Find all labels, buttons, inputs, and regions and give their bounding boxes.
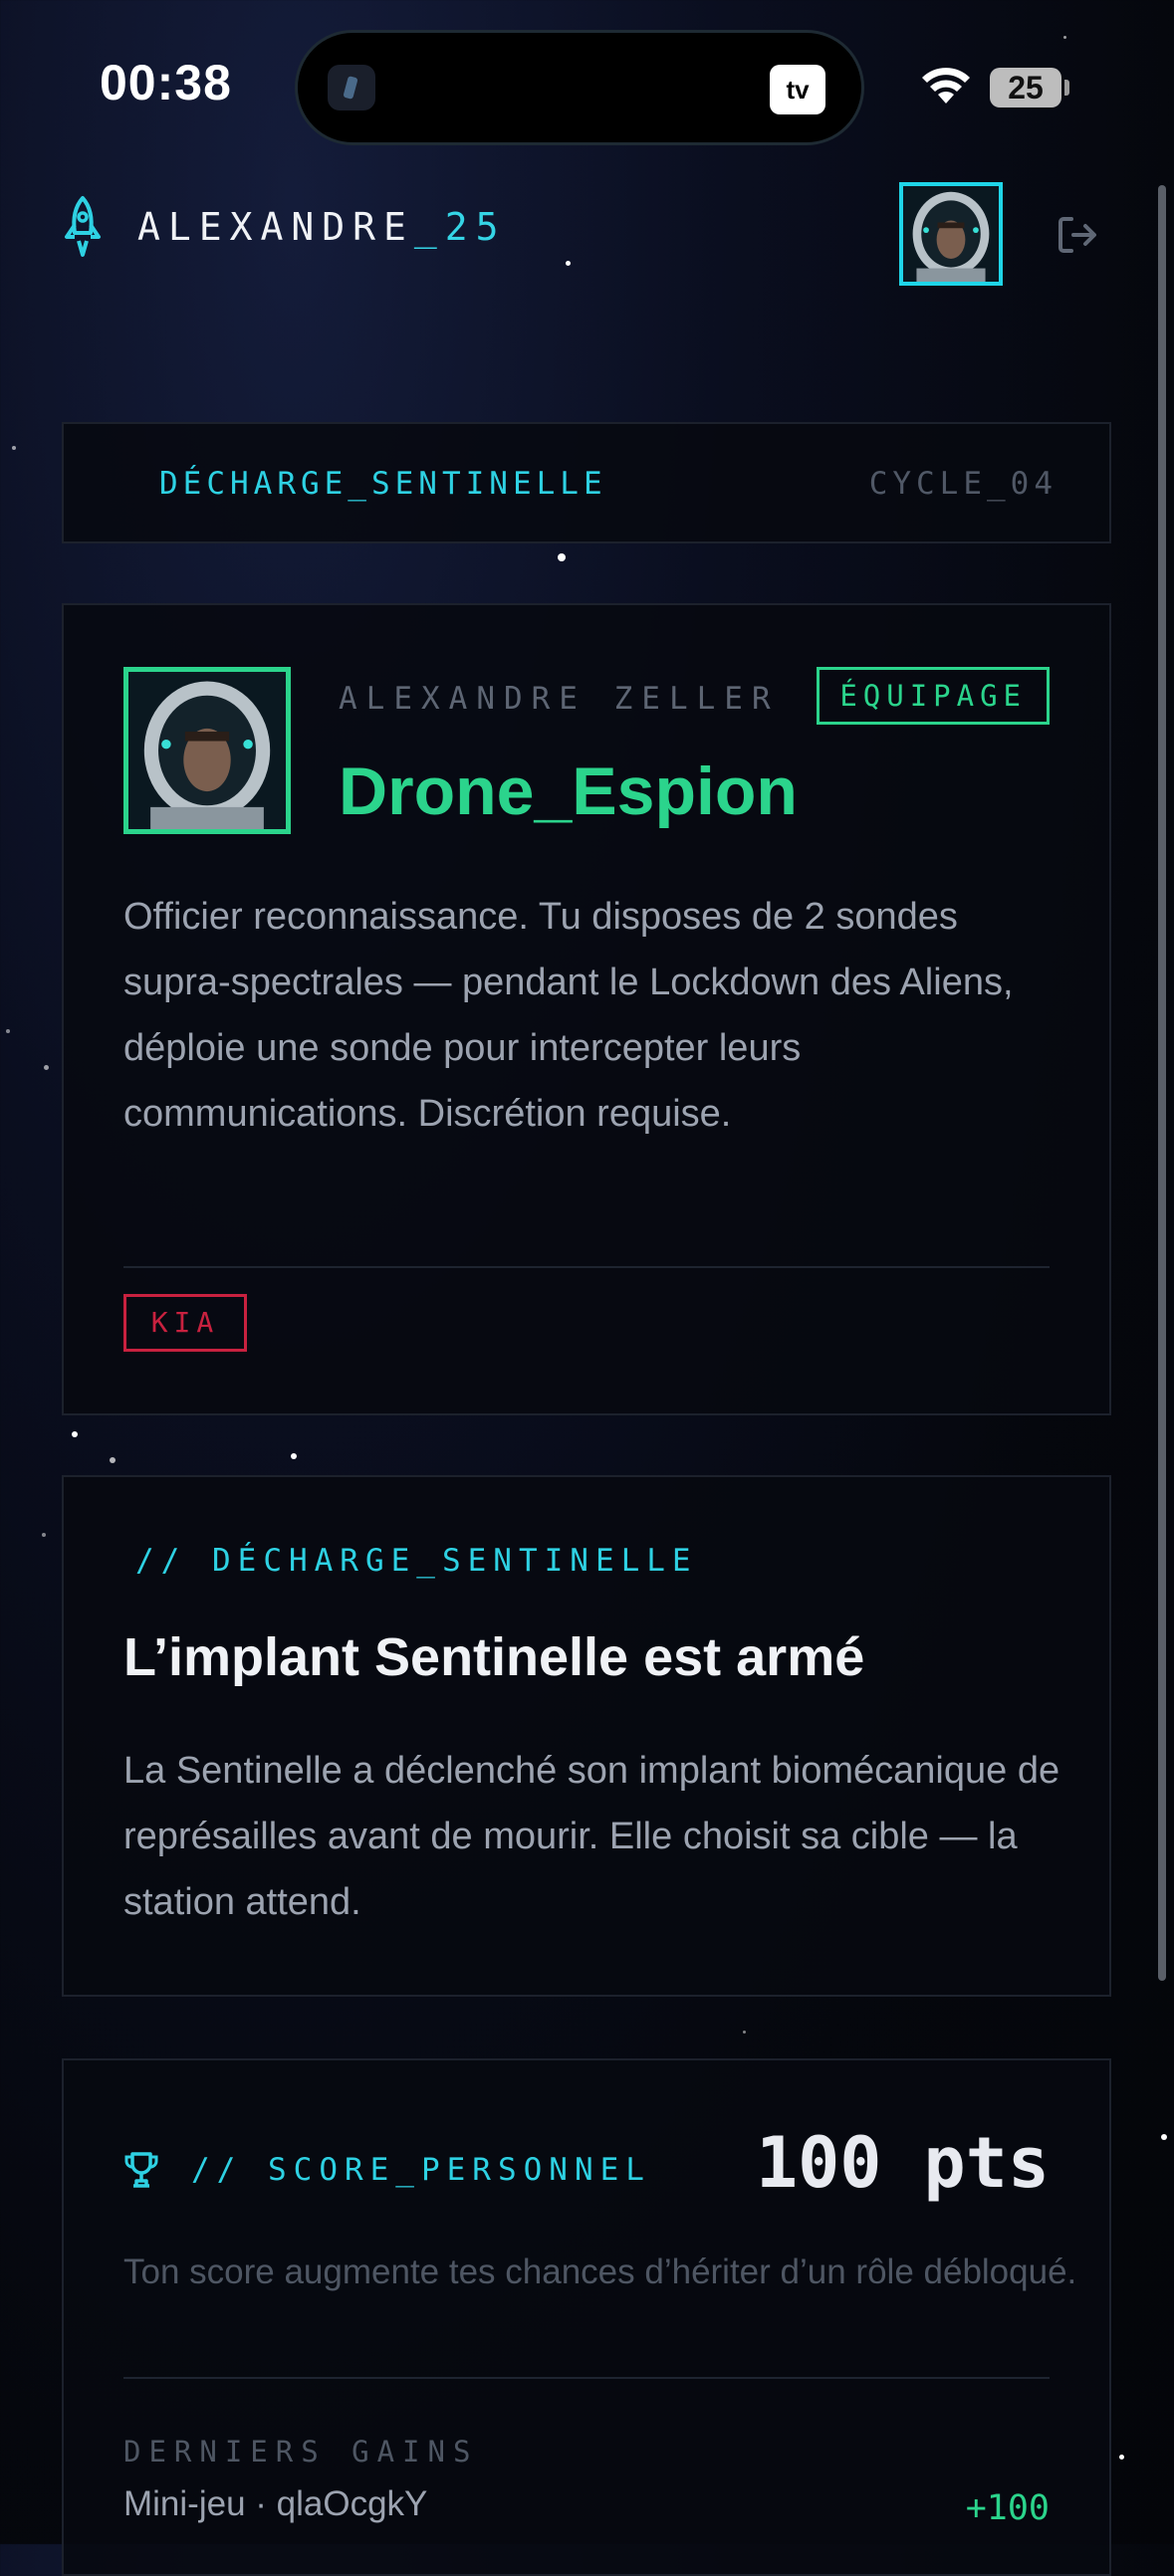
star xyxy=(110,1457,116,1463)
avatar[interactable] xyxy=(899,182,1003,286)
status-time: 00:38 xyxy=(100,55,232,110)
star xyxy=(291,1453,297,1459)
event-card: // DÉCHARGE_SENTINELLE L’implant Sentine… xyxy=(62,1475,1111,1997)
tv-label: tv xyxy=(786,75,810,105)
astronaut-avatar-image xyxy=(903,186,999,282)
divider xyxy=(123,1266,1050,1268)
now-playing-icon xyxy=(328,65,375,110)
score-hint: Ton score augmente tes chances d’hériter… xyxy=(123,2253,1077,2291)
player-name: ALEXANDRE ZELLER xyxy=(339,681,780,717)
gain-points: +100 xyxy=(965,2488,1050,2528)
star xyxy=(6,1029,10,1033)
role-avatar xyxy=(123,667,291,834)
username-suffix: _25 xyxy=(413,205,507,249)
role-card: ALEXANDRE ZELLER ÉQUIPAGE Drone_Espion O… xyxy=(62,603,1111,1415)
star xyxy=(44,1065,49,1070)
gains-label: DERNIERS GAINS xyxy=(123,2435,479,2469)
role-description: Officier reconnaissance. Tu disposes de … xyxy=(123,896,1014,1135)
round-title: DÉCHARGE_SENTINELLE xyxy=(159,466,607,502)
apple-tv-icon: tv xyxy=(770,65,825,114)
divider xyxy=(123,2377,1050,2379)
team-badge: ÉQUIPAGE xyxy=(817,667,1050,725)
logout-icon[interactable] xyxy=(1054,211,1101,259)
battery-icon: 25 xyxy=(990,68,1069,107)
event-description: La Sentinelle a déclenché son implant bi… xyxy=(123,1750,1060,1923)
wifi-icon xyxy=(922,68,970,104)
star xyxy=(12,446,16,450)
round-banner: DÉCHARGE_SENTINELLE CYCLE_04 xyxy=(62,422,1111,543)
star xyxy=(42,1533,46,1537)
astronaut-portrait-image xyxy=(128,672,286,829)
scrollbar[interactable] xyxy=(1158,185,1166,1981)
score-card: // SCORE_PERSONNEL 100 pts Ton score aug… xyxy=(62,2058,1111,2576)
star xyxy=(72,1431,78,1437)
star xyxy=(1063,36,1066,39)
trophy-icon xyxy=(124,2152,158,2188)
username: ALEXANDRE_25 xyxy=(137,205,507,249)
role-title: Drone_Espion xyxy=(339,753,798,829)
event-title: L’implant Sentinelle est armé xyxy=(123,1627,865,1687)
gain-source: Mini-jeu · qlaOcgkY xyxy=(123,2484,428,2523)
star xyxy=(1119,2455,1124,2460)
score-tag: // SCORE_PERSONNEL xyxy=(191,2152,651,2188)
star xyxy=(1161,2134,1167,2140)
star xyxy=(743,2031,746,2034)
score-value: 100 pts xyxy=(755,2122,1050,2204)
event-tag: // DÉCHARGE_SENTINELLE xyxy=(135,1543,698,1579)
rocket-icon xyxy=(65,196,101,257)
dynamic-island: tv xyxy=(295,30,864,145)
star xyxy=(558,553,566,561)
star xyxy=(566,261,571,266)
username-prefix: ALEXANDRE xyxy=(137,205,414,249)
round-cycle: CYCLE_04 xyxy=(868,466,1057,502)
status-badge: KIA xyxy=(123,1294,247,1352)
